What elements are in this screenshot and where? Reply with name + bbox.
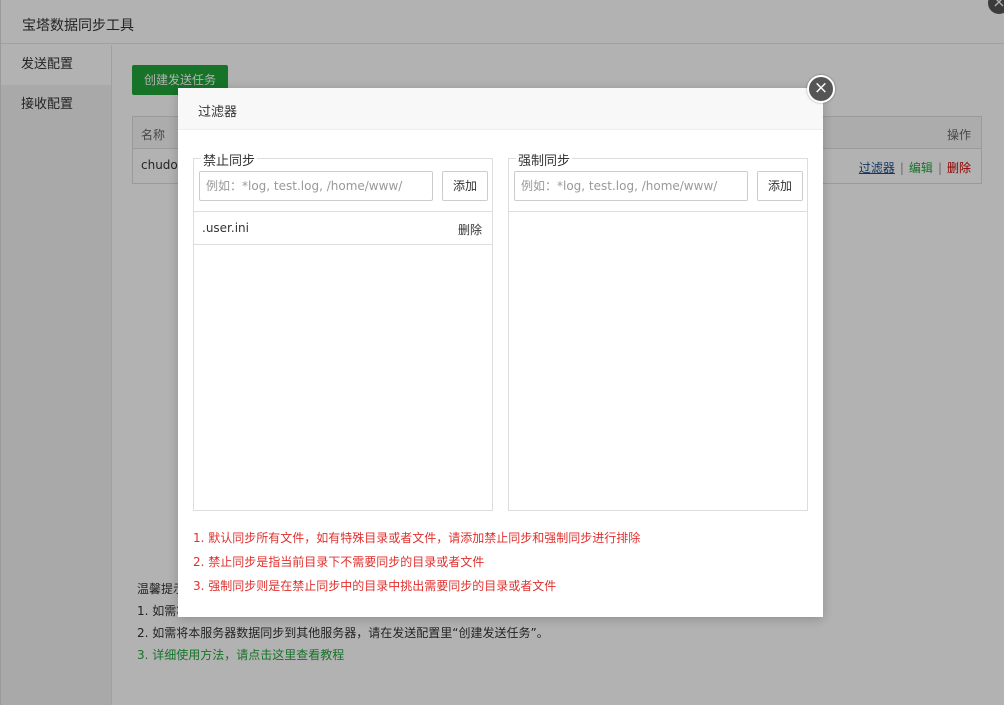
include-add-button[interactable]: 添加 <box>757 171 803 201</box>
include-sync-panel: 强制同步 添加 <box>508 150 808 511</box>
note-line-1: 1. 默认同步所有文件，如有特殊目录或者文件，请添加禁止同步和强制同步进行排除 <box>193 531 641 545</box>
exclude-sync-legend: 禁止同步 <box>201 150 258 169</box>
note-line-2: 2. 禁止同步是指当前目录下不需要同步的目录或者文件 <box>193 555 485 569</box>
dialog-notes: 1. 默认同步所有文件，如有特殊目录或者文件，请添加禁止同步和强制同步进行排除 … <box>193 526 640 598</box>
dialog-title: 过滤器 <box>198 105 238 120</box>
include-sync-input[interactable] <box>514 171 748 201</box>
note-line-3: 3. 强制同步则是在禁止同步中的目录中挑出需要同步的目录或者文件 <box>193 579 557 593</box>
exclude-item-delete-button[interactable]: 删除 <box>458 221 482 238</box>
exclude-add-button[interactable]: 添加 <box>442 171 488 201</box>
exclude-sync-input[interactable] <box>199 171 433 201</box>
exclude-list: .user.ini 删除 <box>194 212 492 245</box>
exclude-sync-panel: 禁止同步 添加 .user.ini 删除 <box>193 150 493 511</box>
list-item: .user.ini 删除 <box>194 212 492 245</box>
dialog-header: 过滤器 <box>178 88 823 130</box>
exclude-item-name: .user.ini <box>202 221 249 235</box>
divider <box>509 211 807 212</box>
dialog-close-icon[interactable]: × <box>807 75 835 103</box>
include-sync-legend: 强制同步 <box>516 150 573 169</box>
filter-dialog: 过滤器 × 禁止同步 添加 .user.ini 删除 强制同步 添加 1. 默认… <box>178 75 835 617</box>
